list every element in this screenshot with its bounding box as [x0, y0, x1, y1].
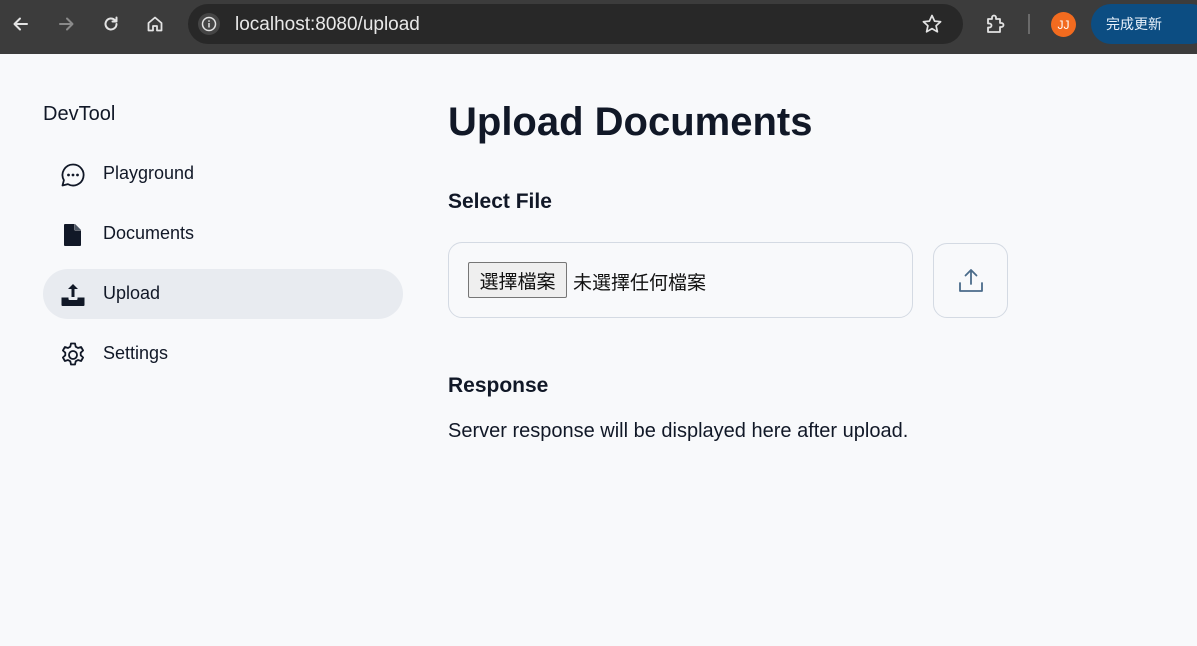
extensions-puzzle-icon[interactable] [984, 12, 1008, 36]
url-text[interactable]: localhost:8080/upload [235, 14, 420, 36]
app-brand: DevTool [43, 103, 116, 125]
home-button[interactable] [140, 9, 170, 39]
upload-tray-icon [59, 281, 87, 309]
chat-bubble-icon [59, 161, 87, 189]
response-heading: Response [448, 374, 549, 397]
browser-toolbar: localhost:8080/upload JJ 完成更新 [0, 0, 1197, 54]
sidebar-item-settings[interactable]: Settings [43, 329, 403, 379]
sidebar-item-label: Upload [103, 283, 161, 303]
page-title: Upload Documents [448, 100, 813, 144]
reload-button[interactable] [96, 9, 126, 39]
choose-file-button[interactable]: 選擇檔案 [468, 262, 567, 298]
document-icon [59, 221, 87, 249]
sidebar-item-playground[interactable]: Playground [43, 149, 403, 199]
toolbar-separator [1028, 14, 1030, 34]
upload-button[interactable] [933, 243, 1008, 318]
response-text: Server response will be displayed here a… [448, 420, 909, 442]
file-status-text: 未選擇任何檔案 [573, 273, 707, 294]
forward-button[interactable] [51, 9, 81, 39]
sidebar-item-label: Playground [103, 163, 195, 183]
back-arrow-icon [13, 17, 28, 31]
sidebar-item-label: Settings [103, 343, 169, 363]
forward-arrow-icon [59, 17, 74, 31]
select-file-heading: Select File [448, 190, 552, 213]
reload-icon [104, 16, 118, 31]
back-button[interactable] [6, 9, 36, 39]
file-input-container: 選擇檔案 未選擇任何檔案 [448, 242, 913, 318]
sidebar-item-documents[interactable]: Documents [43, 209, 403, 259]
address-bar[interactable]: localhost:8080/upload [188, 4, 963, 44]
site-info-icon[interactable] [198, 13, 220, 35]
upload-icon [958, 268, 983, 292]
bookmark-star-icon[interactable] [921, 13, 943, 35]
sidebar-item-label: Documents [103, 223, 195, 243]
home-icon [147, 16, 163, 32]
browser-update-button[interactable]: 完成更新 [1091, 4, 1197, 44]
sidebar-item-upload[interactable]: Upload [43, 269, 403, 319]
gear-icon [59, 341, 87, 369]
profile-avatar[interactable]: JJ [1051, 12, 1076, 37]
